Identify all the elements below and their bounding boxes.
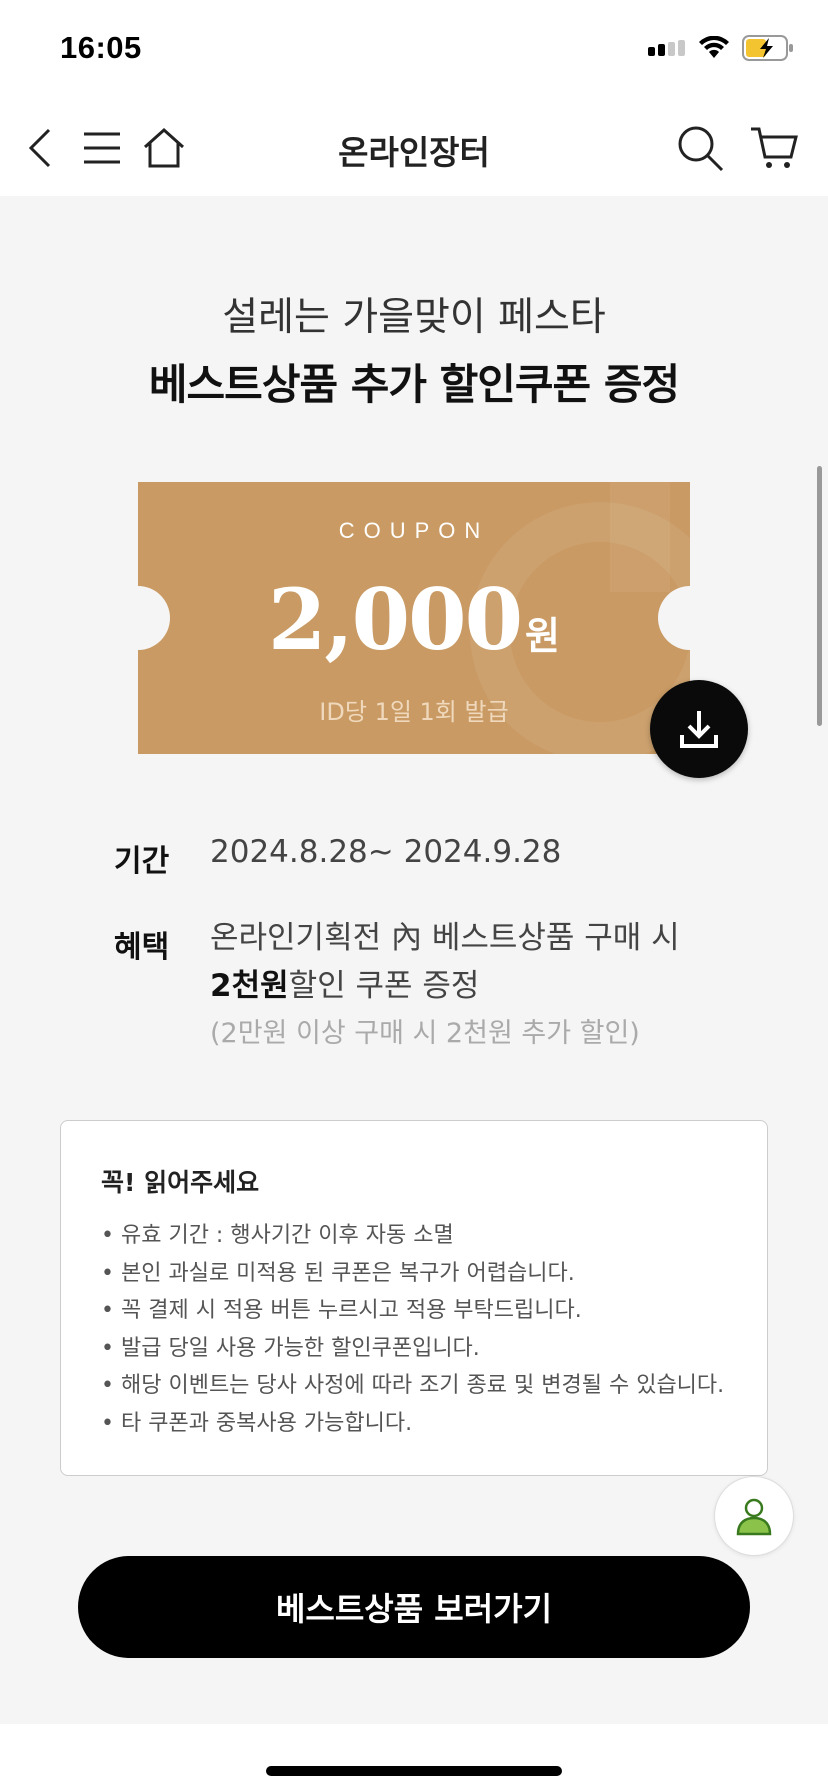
- notice-list: 유효 기간 : 행사기간 이후 자동 소멸 본인 과실로 미적용 된 쿠폰은 복…: [101, 1217, 724, 1442]
- cart-button[interactable]: [748, 122, 800, 174]
- event-subtitle: 설레는 가을맞이 페스타: [222, 295, 606, 340]
- view-best-products-button[interactable]: 베스트상품 보러가기: [78, 1556, 750, 1658]
- benefit-note: (2만원 이상 구매 시 2천원 추가 할인): [210, 1018, 640, 1049]
- notice-item: 발급 당일 사용 가능한 할인쿠폰입니다.: [101, 1330, 724, 1368]
- benefit-line-2: 2천원할인 쿠폰 증정: [210, 962, 680, 1010]
- coupon-amount-group: 2,000 원: [138, 570, 690, 669]
- cart-icon: [751, 127, 798, 168]
- period-label: 기간: [114, 844, 170, 879]
- notice-item: 본인 과실로 미적용 된 쿠폰은 복구가 어렵습니다.: [101, 1255, 724, 1293]
- coupon-amount: 2,000: [267, 570, 523, 669]
- event-title: 베스트상품 추가 할인쿠폰 증정: [148, 360, 680, 409]
- content-area: 설레는 가을맞이 페스타 베스트상품 추가 할인쿠폰 증정 COUPON 2,0…: [0, 196, 828, 1724]
- coupon-note: ID당 1일 1회 발급: [319, 698, 509, 726]
- notice-item: 타 쿠폰과 중복사용 가능합니다.: [101, 1405, 724, 1443]
- status-bar: 16:05: [0, 0, 828, 100]
- download-coupon-button[interactable]: [650, 680, 748, 778]
- coupon-label: COUPON: [338, 518, 490, 543]
- user-icon: [736, 1498, 772, 1536]
- home-indicator-area: [0, 1724, 828, 1792]
- notice-item: 해당 이벤트는 당사 사정에 따라 조기 종료 및 변경될 수 있습니다.: [101, 1367, 724, 1405]
- status-time: 16:05: [60, 30, 142, 65]
- download-icon: [680, 711, 718, 748]
- notice-item: 꼭 결제 시 적용 버튼 누르시고 적용 부탁드립니다.: [101, 1292, 724, 1330]
- notice-title: 꼭! 읽어주세요: [101, 1168, 260, 1197]
- signal-icon: [648, 40, 685, 56]
- profile-button[interactable]: [714, 1476, 794, 1556]
- status-icons: [648, 35, 794, 61]
- benefit-line-2-text: 할인 쿠폰 증정: [288, 968, 480, 1004]
- battery-icon: [742, 35, 793, 61]
- coupon-card: COUPON 2,000 원 ID당 1일 1회 발급: [138, 482, 690, 754]
- notice-item: 유효 기간 : 행사기간 이후 자동 소멸: [101, 1217, 724, 1255]
- nav-bar: 온라인장터: [0, 100, 828, 196]
- home-indicator[interactable]: [266, 1766, 562, 1776]
- wifi-icon: [699, 36, 729, 58]
- benefit-line-1: 온라인기획전 內 베스트상품 구매 시: [210, 920, 680, 956]
- notice-box: 꼭! 읽어주세요 유효 기간 : 행사기간 이후 자동 소멸 본인 과실로 미적…: [60, 1120, 768, 1476]
- search-button[interactable]: [674, 122, 726, 174]
- benefit-value: 온라인기획전 內 베스트상품 구매 시 2천원할인 쿠폰 증정 (2만원 이상 …: [210, 914, 680, 1058]
- coupon-unit: 원: [525, 614, 560, 658]
- search-icon: [678, 126, 724, 172]
- benefit-label: 혜택: [114, 930, 170, 965]
- scrollbar[interactable]: [817, 466, 822, 726]
- period-value: 2024.8.28~ 2024.9.28: [210, 834, 562, 870]
- benefit-amount: 2천원: [210, 968, 289, 1004]
